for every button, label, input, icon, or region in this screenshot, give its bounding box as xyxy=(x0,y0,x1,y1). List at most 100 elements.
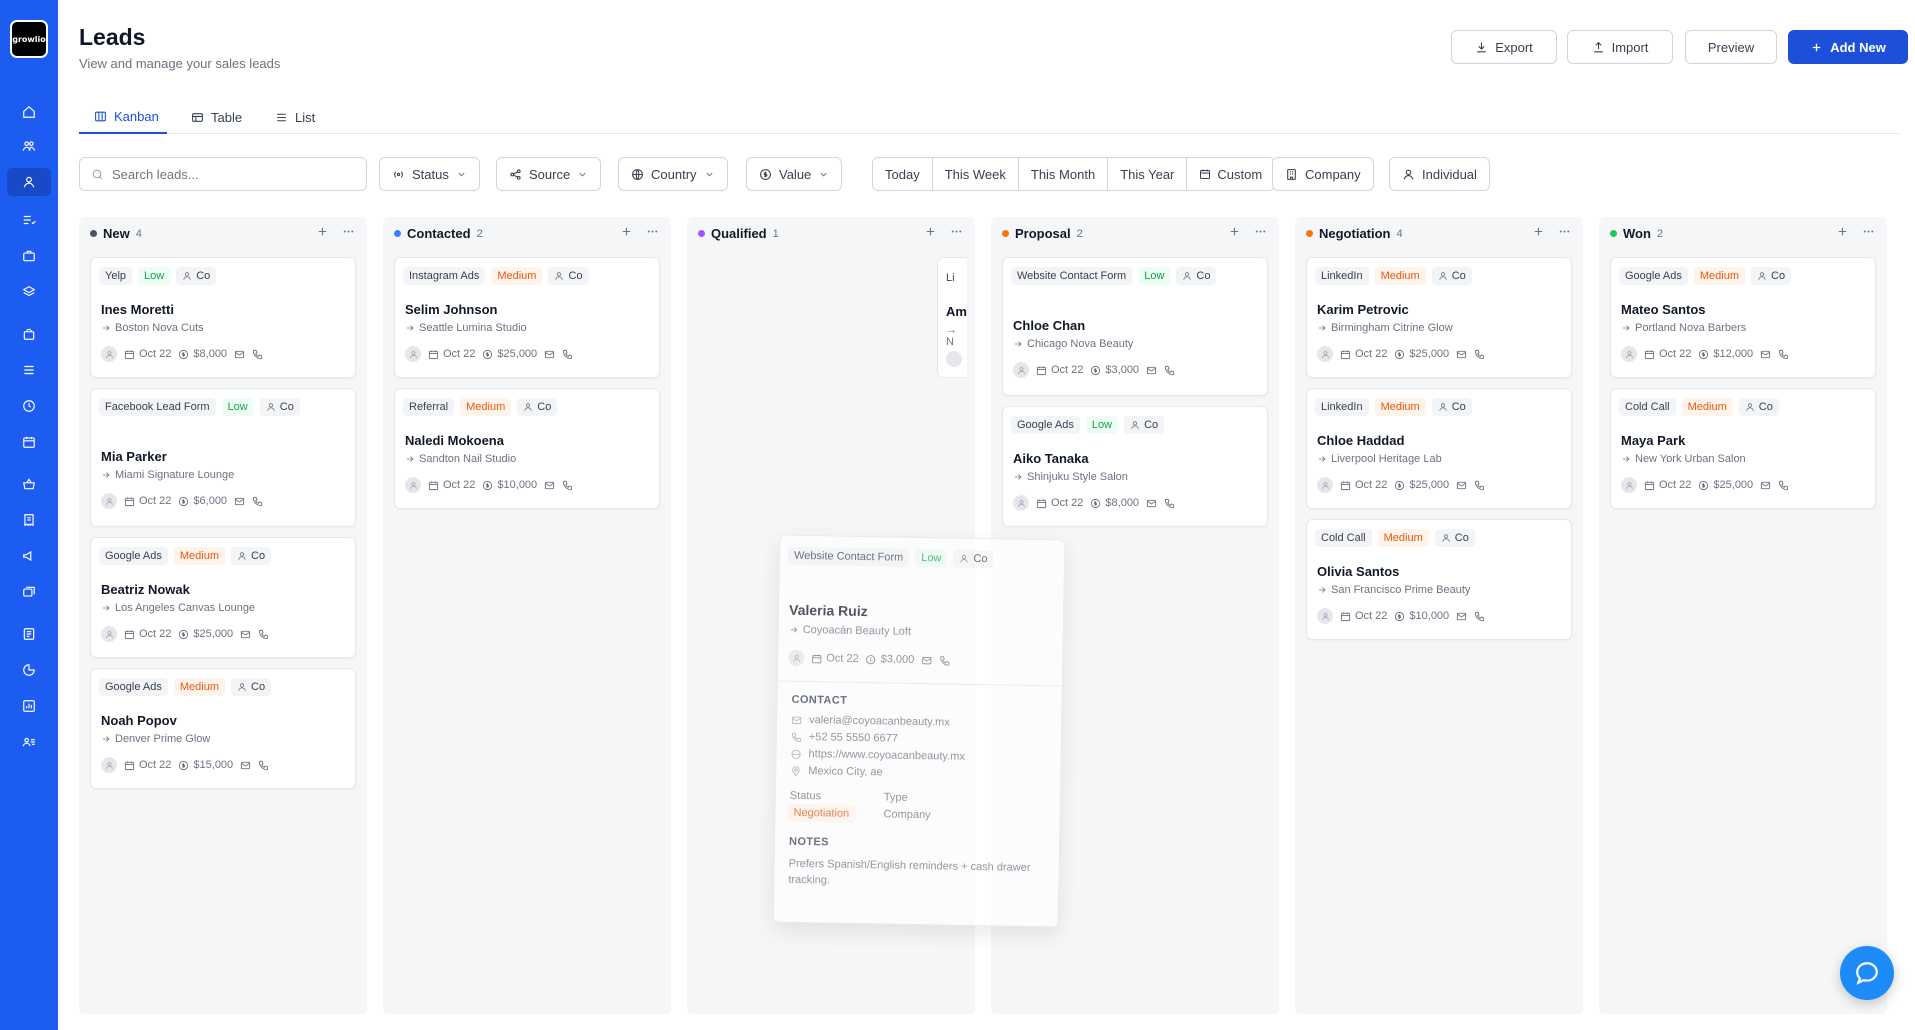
layers-icon[interactable] xyxy=(17,280,41,304)
lead-card[interactable]: LinkedIn Medium Co Chloe Haddad Liverpool He… xyxy=(1306,388,1572,509)
mail-icon[interactable] xyxy=(1146,498,1157,509)
app-logo[interactable]: growlio xyxy=(10,20,48,58)
tab-table[interactable]: Table xyxy=(191,100,242,134)
lead-card[interactable]: LinkedIn Medium Co Karim Petrovic Birmingham… xyxy=(1306,257,1572,378)
lead-card[interactable]: Google Ads Medium Co Beatriz Nowak Los Angel… xyxy=(90,537,356,658)
avatar xyxy=(101,493,117,509)
mail-icon[interactable] xyxy=(1456,611,1467,622)
period-this-month[interactable]: This Month xyxy=(1019,158,1109,190)
more-options-icon[interactable] xyxy=(1862,225,1875,238)
add-card-icon[interactable] xyxy=(316,225,329,238)
lead-card[interactable]: Yelp Low Co Ines Moretti Boston Nova Cuts Oct… xyxy=(90,257,356,378)
receipt-icon[interactable] xyxy=(17,508,41,532)
lead-card[interactable]: Cold Call Medium Co Maya Park New York Urban… xyxy=(1610,388,1876,509)
individual-filter[interactable]: Individual xyxy=(1389,157,1490,191)
mail-icon[interactable] xyxy=(234,349,245,360)
tab-list[interactable]: List xyxy=(275,100,315,134)
phone-icon[interactable] xyxy=(252,496,263,507)
more-options-icon[interactable] xyxy=(1254,225,1267,238)
phone-icon[interactable] xyxy=(1164,498,1175,509)
mail-icon[interactable] xyxy=(1760,480,1771,491)
mail-icon[interactable] xyxy=(544,480,555,491)
lead-card[interactable]: Facebook Lead Form Low Co Mia Parker Miami S… xyxy=(90,388,356,527)
report-icon[interactable] xyxy=(17,694,41,718)
mail-icon[interactable] xyxy=(240,629,251,640)
dragging-lead-card[interactable]: Website Contact Form Low Co Valeria Ruiz… xyxy=(772,534,1066,928)
mail-icon[interactable] xyxy=(1760,349,1771,360)
phone-icon[interactable] xyxy=(258,760,269,771)
add-new-button[interactable]: Add New xyxy=(1788,30,1908,64)
qualified-card-peek[interactable]: Li Am → N xyxy=(937,257,967,378)
lead-date: Oct 22 xyxy=(443,479,476,491)
mail-icon[interactable] xyxy=(544,349,555,360)
period-custom[interactable]: Custom xyxy=(1187,158,1274,190)
preview-button[interactable]: Preview xyxy=(1685,30,1777,64)
phone-icon[interactable] xyxy=(1474,349,1485,360)
team-icon[interactable] xyxy=(17,134,41,158)
phone-icon[interactable] xyxy=(252,349,263,360)
phone-icon[interactable] xyxy=(562,480,573,491)
share-icon xyxy=(509,168,522,181)
phone-icon[interactable] xyxy=(1164,365,1175,376)
export-button[interactable]: Export xyxy=(1451,30,1557,64)
briefcase-icon[interactable] xyxy=(17,244,41,268)
basket-icon[interactable] xyxy=(17,472,41,496)
lead-card[interactable]: Google Ads Medium Co Mateo Santos Portland N… xyxy=(1610,257,1876,378)
home-icon[interactable] xyxy=(17,100,41,124)
megaphone-icon[interactable] xyxy=(17,544,41,568)
mail-icon[interactable] xyxy=(234,496,245,507)
add-card-icon[interactable] xyxy=(1228,225,1241,238)
source-filter-label: Source xyxy=(529,166,571,182)
clock-icon[interactable] xyxy=(17,394,41,418)
mail-icon[interactable] xyxy=(240,760,251,771)
status-filter[interactable]: Status xyxy=(379,157,480,191)
pie-chart-icon[interactable] xyxy=(17,658,41,682)
company-filter[interactable]: Company xyxy=(1272,157,1374,191)
add-card-icon[interactable] xyxy=(1532,225,1545,238)
user-list-icon[interactable] xyxy=(17,730,41,754)
more-options-icon[interactable] xyxy=(950,225,963,238)
value-filter[interactable]: Value xyxy=(746,157,843,191)
lead-card[interactable]: Website Contact Form Low Co Chloe Chan Chica… xyxy=(1002,257,1268,396)
leads-icon[interactable] xyxy=(7,168,51,196)
document-icon[interactable] xyxy=(17,622,41,646)
phone-icon[interactable] xyxy=(1778,480,1789,491)
source-filter[interactable]: Source xyxy=(496,157,602,191)
mail-icon[interactable] xyxy=(1456,480,1467,491)
add-card-icon[interactable] xyxy=(1836,225,1849,238)
period-this-week[interactable]: This Week xyxy=(933,158,1019,190)
avatar xyxy=(405,477,421,493)
search-input[interactable] xyxy=(112,166,342,182)
add-card-icon[interactable] xyxy=(620,225,633,238)
phone-icon[interactable] xyxy=(1474,480,1485,491)
cards-icon[interactable] xyxy=(17,580,41,604)
lead-card[interactable]: Referral Medium Co Naledi Mokoena Sandton Na… xyxy=(394,388,660,509)
list-check-icon[interactable] xyxy=(17,208,41,232)
country-filter[interactable]: Country xyxy=(618,157,728,191)
help-chat-button[interactable] xyxy=(1840,946,1894,1000)
period-this-year[interactable]: This Year xyxy=(1108,158,1188,190)
column-count: 4 xyxy=(135,227,142,240)
add-card-icon[interactable] xyxy=(924,225,937,238)
lead-card[interactable]: Cold Call Medium Co Olivia Santos San Franci… xyxy=(1306,519,1572,640)
company-filter-label: Company xyxy=(1305,166,1361,182)
mail-icon[interactable] xyxy=(1146,365,1157,376)
lead-card[interactable]: Instagram Ads Medium Co Selim Johnson Seattl… xyxy=(394,257,660,378)
lead-card[interactable]: Google Ads Medium Co Noah Popov Denver Prime… xyxy=(90,668,356,789)
phone-icon[interactable] xyxy=(562,349,573,360)
bag-icon[interactable] xyxy=(17,322,41,346)
phone-icon[interactable] xyxy=(1778,349,1789,360)
more-options-icon[interactable] xyxy=(342,225,355,238)
more-options-icon[interactable] xyxy=(646,225,659,238)
menu-icon[interactable] xyxy=(17,358,41,382)
period-today[interactable]: Today xyxy=(873,158,933,190)
calendar-icon[interactable] xyxy=(17,430,41,454)
phone-icon[interactable] xyxy=(1474,611,1485,622)
calendar-icon xyxy=(1036,365,1047,376)
import-button[interactable]: Import xyxy=(1567,30,1673,64)
lead-card[interactable]: Google Ads Low Co Aiko Tanaka Shinjuku Style… xyxy=(1002,406,1268,527)
more-options-icon[interactable] xyxy=(1558,225,1571,238)
phone-icon[interactable] xyxy=(258,629,269,640)
mail-icon[interactable] xyxy=(1456,349,1467,360)
tab-kanban[interactable]: Kanban xyxy=(79,100,167,134)
